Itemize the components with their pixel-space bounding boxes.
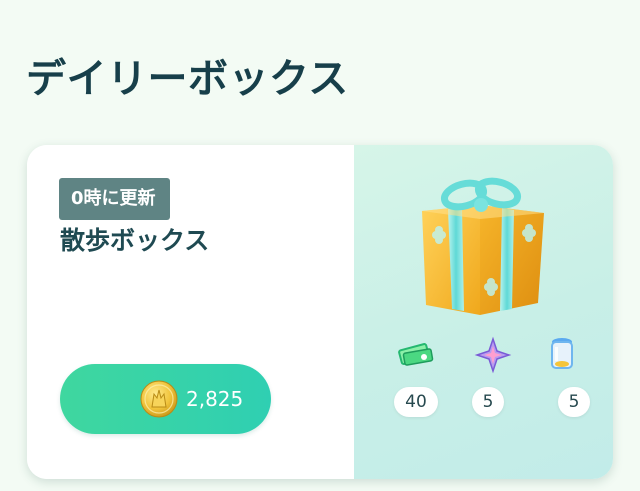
gift-box-icon bbox=[422, 177, 544, 315]
box-name: 散歩ボックス bbox=[60, 226, 210, 255]
item-quantity: 5 bbox=[558, 387, 590, 417]
pokeball-ticket-icon bbox=[398, 343, 434, 366]
page-title: デイリーボックス bbox=[26, 56, 349, 102]
box-contents-panel: 40 5 5 bbox=[354, 145, 613, 479]
price-label: 2,825 bbox=[186, 387, 244, 411]
incense-canister-icon bbox=[551, 338, 573, 369]
item-quantity: 5 bbox=[472, 387, 504, 417]
content-item: 40 bbox=[389, 335, 439, 419]
box-info-panel: 0時に更新 散歩ボックス 2,825 bbox=[27, 145, 354, 479]
daily-box-card[interactable]: 0時に更新 散歩ボックス 2,825 40 5 5 bbox=[27, 145, 613, 479]
star-piece-icon bbox=[474, 336, 512, 374]
content-item: 5 bbox=[468, 335, 518, 419]
refresh-badge: 0時に更新 bbox=[59, 178, 170, 220]
item-quantity: 40 bbox=[394, 387, 438, 417]
buy-button[interactable]: 2,825 bbox=[60, 364, 271, 434]
content-item: 5 bbox=[537, 335, 590, 419]
pokecoin-icon bbox=[140, 380, 178, 418]
